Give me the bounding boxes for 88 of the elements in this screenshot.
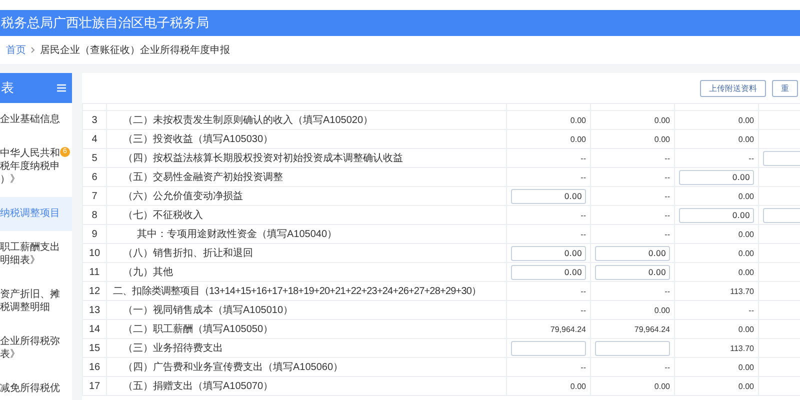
menu-icon[interactable] [57, 84, 66, 92]
amount-input[interactable] [511, 340, 586, 356]
sidebar-item[interactable]: 职工薪酬支出 明细表》 [0, 231, 72, 278]
amount-input[interactable]: 0.00 [595, 246, 670, 260]
amount-text: 0.00 [654, 116, 670, 124]
amount-text: 0.00 [738, 268, 754, 276]
sidebar-item[interactable]: 资产折旧、摊 税调整明细 [0, 278, 72, 325]
amount-input[interactable]: 0.00 [511, 264, 586, 280]
amount-text: 0.00 [654, 134, 670, 144]
row-number: 3 [82, 110, 106, 130]
amount-text: 0.00 [738, 116, 754, 124]
site-title: 税务总局广西壮族自治区电子税务局 [0, 14, 209, 32]
amount-text: -- [580, 154, 586, 162]
home-link[interactable]: 首页 [6, 43, 26, 57]
amount-text: -- [580, 286, 586, 296]
toolbar-button[interactable]: 上传附送资料 [700, 80, 766, 96]
amount-input[interactable]: 0.00 [595, 264, 670, 280]
amount-text: -- [748, 306, 754, 314]
row-label: （一）视同销售成本（填写A105010） [106, 300, 506, 320]
sidebar-item[interactable]: 企业所得税弥 表》 [0, 325, 72, 372]
amount-text: -- [664, 192, 670, 200]
row-label: 二、扣除类调整项目（13+14+15+16+17+18+19+20+21+22+23+24+26+27+28+29+30） [106, 282, 506, 300]
amount-text: -- [580, 306, 586, 314]
amount-text: -- [580, 362, 586, 372]
sidebar-title: 表 [1, 79, 14, 97]
amount-text: 0.00 [738, 248, 754, 258]
amount-text: -- [664, 210, 670, 220]
amount-text: 0.00 [570, 382, 586, 390]
row-number: 5 [82, 148, 106, 168]
row-number: 9 [82, 224, 106, 244]
amount-input[interactable]: 0.00 [679, 208, 754, 222]
amount-text: 79,964.24 [634, 324, 670, 334]
amount-text: 0.00 [738, 134, 754, 144]
amount-text: -- [664, 154, 670, 162]
row-number: 13 [82, 300, 106, 320]
row-label: （八）销售折扣、折让和退回 [106, 244, 506, 262]
row-number: 4 [82, 130, 106, 148]
row-label: （三）投资收益（填写A105030） [106, 130, 506, 148]
amount-text: 0.00 [570, 134, 586, 144]
row-label: （四）按权益法核算长期股权投资对初始投资成本调整确认收益 [106, 148, 506, 168]
amount-text: -- [664, 230, 670, 238]
amount-text: 0.00 [654, 382, 670, 390]
amount-text: 0.00 [738, 230, 754, 238]
amount-text: -- [664, 286, 670, 296]
row-label: （七）不征税收入 [106, 206, 506, 224]
row-label: （三）业务招待费支出 [106, 338, 506, 358]
row-label: （四）广告费和业务宣传费支出（填写A105060） [106, 358, 506, 376]
row-label: （二）职工薪酬（填写A105050） [106, 320, 506, 338]
amount-input[interactable]: 0.00 [679, 170, 754, 184]
amount-text: -- [664, 362, 670, 372]
breadcrumb-current: 居民企业（查账征收）企业所得税年度申报 [40, 44, 230, 57]
row-number: 7 [82, 186, 106, 206]
sidebar-item[interactable]: 企业基础信息 [0, 103, 72, 137]
row-number: 10 [82, 244, 106, 262]
row-label: （六）公允价值变动净损益 [106, 186, 506, 206]
row-number: 17 [82, 376, 106, 396]
amount-input[interactable]: 0.00 [511, 188, 586, 204]
amount-text: 113.70 [730, 286, 754, 296]
amount-text: -- [580, 210, 586, 220]
row-label: （九）其他 [106, 262, 506, 282]
amount-text: 0.00 [738, 324, 754, 334]
row-number: 6 [82, 168, 106, 186]
row-label: （五）交易性金融资产初始投资调整 [106, 168, 506, 186]
row-label: （五）捐赠支出（填写A105070） [106, 376, 506, 396]
row-number: 16 [82, 358, 106, 376]
amount-text: -- [748, 154, 754, 162]
amount-text: 0.00 [738, 192, 754, 200]
row-label: 其中：专项用途财政性资金（填写A105040） [106, 224, 506, 244]
amount-text: 0.00 [738, 362, 754, 372]
row-number: 14 [82, 320, 106, 338]
amount-text: 0.00 [654, 306, 670, 314]
amount-input[interactable]: 0.00 [511, 246, 586, 260]
row-label: （二）未按权责发生制原则确认的收入（填写A105020） [106, 110, 506, 130]
amount-text: 79,964.24 [550, 324, 586, 334]
amount-text: -- [580, 172, 586, 182]
amount-text: 0.00 [570, 116, 586, 124]
row-number: 11 [82, 262, 106, 282]
row-number: 15 [82, 338, 106, 358]
toolbar-button[interactable]: 重 [772, 80, 798, 96]
chevron-icon [31, 47, 35, 53]
row-number: 12 [82, 282, 106, 300]
amount-text: 0.00 [738, 382, 754, 390]
sidebar-item[interactable]: 减免所得税优 [0, 372, 72, 400]
row-number: 8 [82, 206, 106, 224]
amount-text: 113.70 [730, 344, 754, 352]
amount-text: -- [664, 172, 670, 182]
amount-input[interactable] [595, 340, 670, 356]
amount-text: -- [580, 230, 586, 238]
